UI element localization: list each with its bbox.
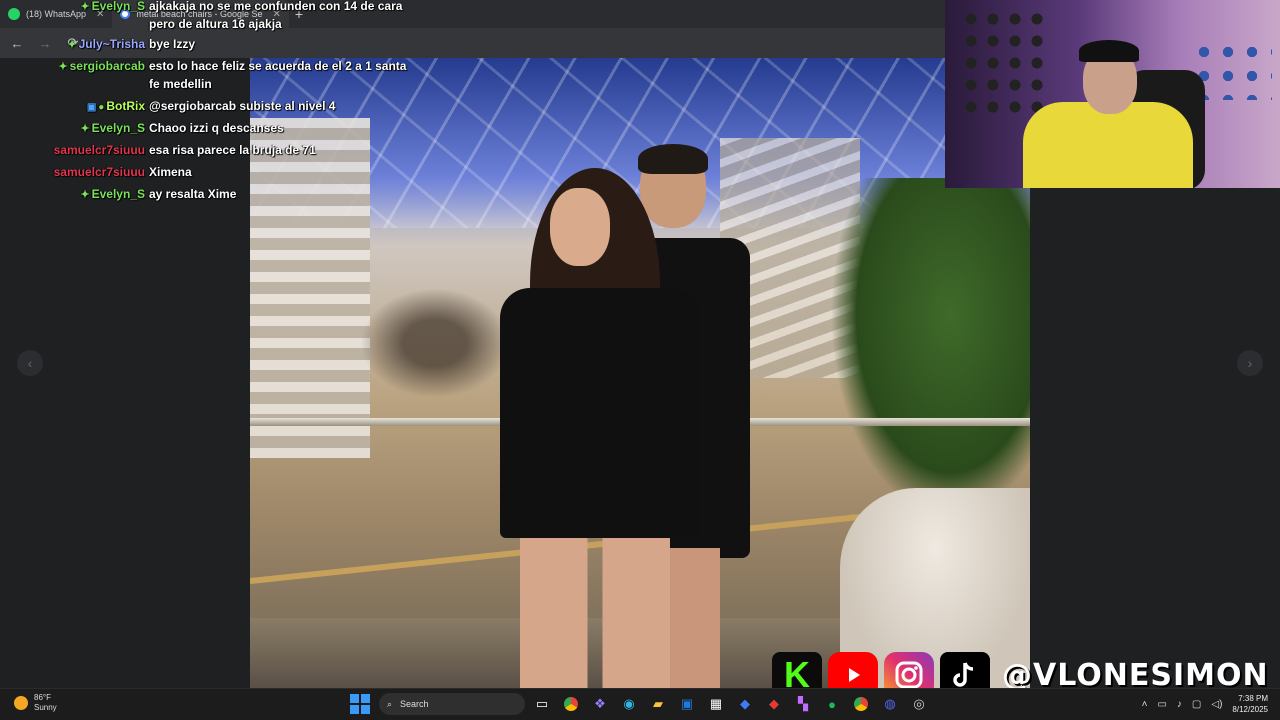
store-icon[interactable]: ▦	[704, 693, 728, 715]
copilot-icon[interactable]: ❖	[588, 693, 612, 715]
spotify-icon[interactable]: ●	[820, 693, 844, 715]
chevron-up-icon[interactable]: ˄	[1142, 699, 1148, 710]
task-view-icon[interactable]: ▭	[530, 693, 554, 715]
weather-desc: Sunny	[34, 703, 57, 712]
chrome-profile-icon[interactable]	[849, 693, 873, 715]
diamond-badge-icon: ✦	[67, 39, 77, 51]
chevron-left-icon: ‹	[27, 355, 33, 371]
chat-message: samuelcr7siuuu Ximena	[54, 163, 192, 181]
chat-username: ✦ sergiobarcab	[58, 59, 145, 73]
system-tray: ˄ ▭ ♪ ▢ ◁) 7:38 PM 8/12/2025	[1142, 693, 1268, 715]
chat-message: ✦ July~Trisha bye Izzy	[67, 35, 196, 53]
chat-username: ✦ Evelyn_S	[80, 121, 145, 135]
search-icon: ⌕	[387, 698, 393, 709]
clock-date: 8/12/2025	[1232, 705, 1268, 714]
chat-username: ▣ ● BotRix	[86, 99, 145, 113]
photo-plant	[830, 178, 1030, 518]
photo-background-crowd	[360, 288, 510, 398]
chat-text: esa risa parece la bruja de 71	[149, 143, 316, 157]
file-explorer-icon[interactable]: ▰	[646, 693, 670, 715]
taskbar-clock[interactable]: 7:38 PM 8/12/2025	[1232, 693, 1268, 715]
next-image-button[interactable]: ›	[1237, 350, 1263, 376]
screen: (18) WhatsApp ✕ metal beach chairs - Goo…	[0, 0, 1280, 720]
display-icon[interactable]: ▢	[1192, 699, 1201, 710]
edge-icon[interactable]: ◉	[617, 693, 641, 715]
chat-username: samuelcr7siuuu	[53, 143, 145, 157]
microphone-icon[interactable]: ♪	[1177, 699, 1182, 710]
chevron-right-icon: ›	[1247, 355, 1253, 371]
bot-badge-icon: ▣	[86, 102, 97, 113]
chat-message: samuelcr7siuuu esa risa parece la bruja …	[54, 141, 316, 159]
clock-time: 7:38 PM	[1238, 694, 1268, 703]
windows-start-button[interactable]	[350, 694, 370, 714]
diamond-badge-icon: ✦	[80, 123, 90, 135]
photo-woman	[500, 168, 710, 688]
previous-image-button[interactable]: ‹	[17, 350, 43, 376]
chat-username: ✦ Evelyn_S	[80, 187, 145, 201]
taskbar-apps: ⌕ Search ▭ ❖ ◉ ▰ ▣ ▦ ◆ ◆ ▚ ● ◍ ◎	[350, 693, 931, 715]
taskbar-search[interactable]: ⌕ Search	[379, 693, 525, 715]
dropbox-icon[interactable]: ◆	[733, 693, 757, 715]
chat-text: @sergiobarcab subiste al nivel 4	[149, 99, 336, 113]
outlook-icon[interactable]: ▣	[675, 693, 699, 715]
app-red-icon[interactable]: ◆	[762, 693, 786, 715]
chat-message: ✦ sergiobarcab esto lo hace feliz se acue…	[58, 57, 414, 93]
webcam-cap	[1079, 40, 1139, 62]
chat-username: ✦ Evelyn_S	[80, 0, 145, 13]
stream-chat-overlay: ✦ Evelyn_S ajkakaja no se me confunden co…	[0, 0, 420, 210]
chat-username: ✦ July~Trisha	[67, 37, 145, 51]
chat-message: ✦ Evelyn_S ajkakaja no se me confunden co…	[80, 0, 419, 33]
chat-message: ✦ Evelyn_S Chaoo izzi q descanses	[80, 119, 284, 137]
streamer-webcam	[945, 0, 1280, 188]
chat-text: Ximena	[149, 165, 192, 179]
diamond-badge-icon: ✦	[58, 61, 68, 73]
webcam-shirt	[1023, 102, 1193, 188]
chat-text: bye Izzy	[149, 37, 196, 51]
obs-icon[interactable]: ◎	[907, 693, 931, 715]
network-icon[interactable]: ▭	[1157, 699, 1166, 710]
chat-message: ✦ Evelyn_S ay resalta Xime	[80, 185, 237, 203]
diamond-badge-icon: ✦	[80, 1, 90, 13]
chat-text: ay resalta Xime	[149, 187, 237, 201]
weather-temp: 86°F	[34, 693, 51, 702]
diamond-badge-icon: ✦	[80, 189, 90, 201]
verified-badge-icon: ●	[98, 102, 105, 113]
discord-icon[interactable]: ◍	[878, 693, 902, 715]
chat-text: ajkakaja no se me confunden con 14 de ca…	[149, 0, 403, 31]
sun-icon	[14, 696, 28, 710]
chrome-icon[interactable]	[559, 693, 583, 715]
chat-text: Chaoo izzi q descanses	[149, 121, 284, 135]
chat-text: esto lo hace feliz se acuerda de el 2 a …	[149, 59, 407, 91]
chat-username: samuelcr7siuuu	[53, 165, 145, 179]
windows-taskbar: 86°F Sunny ⌕ Search ▭ ❖ ◉ ▰ ▣ ▦ ◆ ◆ ▚ ● …	[0, 688, 1280, 720]
volume-icon[interactable]: ◁)	[1211, 699, 1222, 710]
webcam-cap-wall	[960, 8, 1050, 118]
chat-message: ▣ ● BotRix @sergiobarcab subiste al nivel …	[87, 97, 336, 115]
search-label: Search	[400, 699, 429, 709]
weather-widget[interactable]: 86°F Sunny	[14, 693, 57, 713]
app-multi-icon[interactable]: ▚	[791, 693, 815, 715]
